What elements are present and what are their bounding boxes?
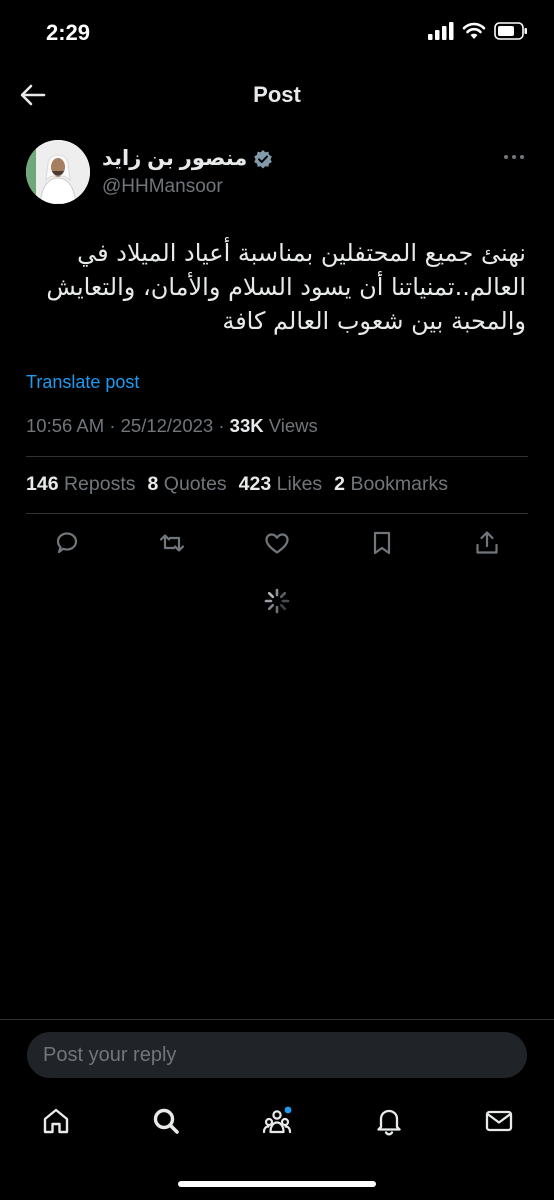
verified-badge-icon [254, 149, 273, 168]
communities-icon[interactable] [261, 1105, 293, 1137]
signal-icon [428, 22, 454, 40]
messages-envelope-icon[interactable] [483, 1105, 515, 1137]
likes-label: Likes [276, 473, 323, 495]
repost-icon[interactable] [157, 528, 187, 558]
post-text-line: والمحبة بين شعوب العالم كافة [222, 307, 526, 335]
more-options-icon[interactable] [502, 150, 526, 164]
page-title: Post [253, 82, 301, 107]
loading-spinner-icon [264, 588, 290, 614]
reply-icon[interactable] [52, 528, 82, 558]
status-bar: 2:29 [0, 0, 554, 64]
author-name[interactable]: منصور بن زايد [102, 146, 247, 171]
bottom-tab-bar [0, 1095, 554, 1155]
nav-header: Post [0, 66, 554, 122]
author-name-row: منصور بن زايد [102, 146, 273, 171]
post-text-line: العالم..تمنياتنا أن يسود السلام والأمان،… [46, 273, 526, 301]
battery-icon [494, 22, 527, 40]
bookmarks-label: Bookmarks [350, 473, 448, 495]
share-icon[interactable] [472, 528, 502, 558]
notification-dot [284, 1106, 292, 1114]
reposts-count: 146 [26, 473, 59, 495]
post-stats: 146 Reposts 8 Quotes 423 Likes 2 Bookmar… [26, 473, 448, 496]
search-icon[interactable] [150, 1105, 182, 1137]
like-heart-icon[interactable] [262, 528, 292, 558]
reposts-label: Reposts [63, 473, 136, 495]
home-icon[interactable] [40, 1105, 72, 1137]
avatar-portrait-icon [26, 140, 90, 204]
quotes-label: Quotes [163, 473, 227, 495]
avatar[interactable] [26, 140, 90, 204]
views-label: Views [268, 415, 318, 436]
meta-separator: · [109, 415, 116, 436]
reply-bar: Post your reply [0, 1019, 554, 1094]
post-date: 25/12/2023 [120, 415, 214, 436]
likes-stat[interactable]: 423 Likes [239, 473, 323, 496]
post-text-line: نهنئ جميع المحتفلين بمناسبة أعياد الميلا… [77, 239, 526, 267]
author-handle[interactable]: @HHMansoor [102, 176, 223, 198]
status-icons [428, 22, 528, 40]
quotes-stat[interactable]: 8 Quotes [148, 473, 227, 496]
reply-input[interactable]: Post your reply [27, 1032, 527, 1078]
translate-post-link[interactable]: Translate post [26, 372, 139, 393]
post-meta: 10:56 AM · 25/12/2023 · 33K Views [26, 415, 318, 437]
post-author: منصور بن زايد @HHMansoor [26, 140, 530, 206]
post-text: نهنئ جميع المحتفلين بمناسبة أعياد الميلا… [26, 236, 526, 338]
status-time: 2:29 [46, 20, 91, 45]
post-time: 10:56 AM [26, 415, 105, 436]
post-actions [52, 528, 502, 560]
bell-icon[interactable] [373, 1105, 405, 1137]
meta-separator: · [218, 415, 225, 436]
home-indicator [178, 1181, 376, 1187]
wifi-icon [462, 22, 486, 39]
bookmarks-stat[interactable]: 2 Bookmarks [334, 473, 448, 496]
bookmark-icon[interactable] [367, 528, 397, 558]
views-count[interactable]: 33K [230, 415, 264, 436]
reposts-stat[interactable]: 146 Reposts [26, 473, 136, 496]
quotes-count: 8 [147, 473, 159, 495]
divider [26, 513, 528, 514]
likes-count: 423 [238, 473, 272, 495]
bookmarks-count: 2 [334, 473, 346, 495]
divider [26, 456, 528, 457]
